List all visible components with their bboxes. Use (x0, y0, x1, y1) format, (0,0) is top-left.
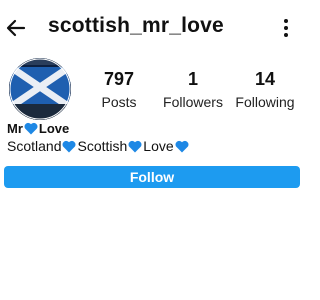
posts-label: Posts (101, 94, 137, 110)
following-count: 14 (254, 69, 276, 89)
scotland-flag-avatar (9, 58, 71, 120)
blue-heart-icon (63, 140, 76, 153)
profile-username: scottish_mr_love (48, 14, 224, 37)
followers-count: 1 (187, 69, 198, 89)
blue-heart-icon (128, 140, 142, 153)
arrow-left-icon[interactable] (4, 16, 28, 40)
bio-part-1: Scotland (7, 138, 62, 154)
following-stat[interactable]: 14 Following (234, 68, 296, 111)
followers-stat[interactable]: 1 Followers (161, 68, 225, 111)
more-vertical-icon[interactable] (281, 17, 291, 39)
posts-stat[interactable]: 797 Posts (98, 68, 140, 111)
posts-count: 797 (103, 69, 135, 89)
blue-heart-icon (24, 122, 38, 135)
display-name-suffix: Love (38, 121, 70, 136)
following-label: Following (235, 94, 295, 110)
display-name-prefix: Mr (7, 121, 23, 136)
avatar[interactable] (9, 58, 71, 120)
bio-part-2: Scottish (77, 138, 128, 154)
blue-heart-icon (175, 140, 189, 153)
profile-bio: Scotland Scottish Love (7, 138, 190, 154)
display-name: Mr Love (7, 121, 69, 136)
bio-part-3: Love (143, 138, 174, 154)
followers-label: Followers (163, 94, 223, 110)
top-bar: scottish_mr_love (0, 0, 300, 54)
follow-button[interactable]: Follow (4, 166, 300, 188)
